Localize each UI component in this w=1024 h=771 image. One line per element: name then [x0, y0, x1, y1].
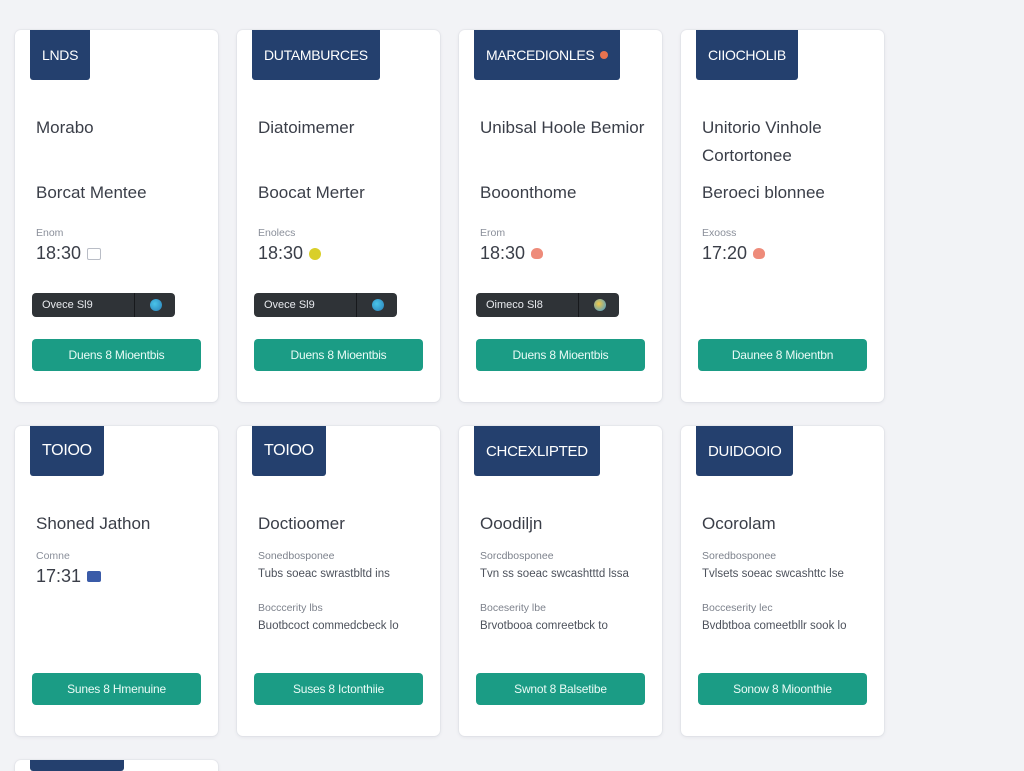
time-value: 17:31: [36, 566, 102, 587]
detail-text: Tubs soeac swrastbltd ins: [258, 568, 390, 580]
card-action-button[interactable]: Sonow 8 Mioonthie: [698, 673, 867, 705]
card-title: Shoned Jathon: [36, 514, 151, 533]
detail-label: Boceserity lbe: [480, 602, 546, 614]
card-title: Ocorolam: [702, 514, 776, 533]
status-icon: [150, 299, 162, 311]
card-title: Ooodiljn: [480, 514, 543, 533]
card-title: Morabo: [36, 118, 94, 137]
detail-text: Brvotbooa comreetbck to: [480, 620, 608, 632]
detail-label: Sonedbosponee: [258, 550, 335, 562]
card-title: Unibsal Hoole Bemior: [480, 118, 645, 137]
task-card[interactable]: MARCEDIONLES Unibsal Hoole Bemior Booont…: [459, 30, 662, 402]
time-label: Enolecs: [258, 227, 296, 239]
task-card[interactable]: CHCEXLIPTED Ooodiljn Sorcdbosponee Tvn s…: [459, 426, 662, 736]
card-subtitle: Borcat Mentee: [36, 183, 147, 202]
detail-label: Bocceserity lec: [702, 602, 773, 614]
detail-label: Bocccerity lbs: [258, 602, 323, 614]
smiley-icon: [309, 247, 322, 260]
card-action-button[interactable]: Daunee 8 Mioentbn: [698, 339, 867, 371]
task-card[interactable]: DUIDOOIO Ocorolam Soredbosponee Tvlsets …: [681, 426, 884, 736]
heart-icon: [753, 248, 766, 259]
status-pill[interactable]: Oimeco Sl8: [476, 293, 619, 317]
calendar-icon: [87, 247, 102, 260]
task-card[interactable]: CIIOCHOLIB Unitorio Vinhole Cortortonee …: [681, 30, 884, 402]
task-card[interactable]: TOIOO Doctioomer Sonedbosponee Tubs soea…: [237, 426, 440, 736]
card-action-button[interactable]: Suses 8 Ictonthiie: [254, 673, 423, 705]
task-card[interactable]: TOIOO Shoned Jathon Comne 17:31 Sunes 8 …: [15, 426, 218, 736]
card-tag: CIIOCHOLIB: [696, 30, 798, 80]
card-title: Diatoimemer: [258, 118, 355, 137]
card-tag: CHCEXLIPTED: [474, 426, 600, 476]
card-tag: [30, 760, 124, 771]
task-card[interactable]: DUTAMBURCES Diatoimemer Boocat Merter En…: [237, 30, 440, 402]
card-subtitle: Boocat Merter: [258, 183, 365, 202]
badge-icon: [87, 571, 102, 582]
time-label: Erom: [480, 227, 506, 239]
time-label: Comne: [36, 550, 70, 562]
card-subtitle: Beroeci blonnee: [702, 183, 825, 202]
card-tag: LNDS: [30, 30, 91, 80]
card-subtitle: Booonthome: [480, 183, 577, 202]
detail-label: Sorcdbosponee: [480, 550, 554, 562]
status-pill[interactable]: Ovece Sl9: [254, 293, 397, 317]
card-tag: MARCEDIONLES: [474, 30, 621, 80]
task-card[interactable]: LNDS Morabo Borcat Mentee Enom 18:30 Ove…: [15, 30, 218, 402]
card-action-button[interactable]: Swnot 8 Balsetibe: [476, 673, 645, 705]
dot-icon: [600, 51, 609, 59]
card-action-button[interactable]: Sunes 8 Hmenuine: [32, 673, 201, 705]
detail-text: Bvdbtboa comeetbllr sook lo: [702, 620, 847, 632]
card-tag: TOIOO: [252, 426, 326, 476]
task-card[interactable]: [15, 760, 218, 771]
status-icon: [372, 299, 384, 311]
card-title: Doctioomer: [258, 514, 345, 533]
time-value: 17:20: [702, 243, 766, 264]
time-value: 18:30: [36, 243, 102, 264]
time-value: 18:30: [258, 243, 322, 264]
time-label: Enom: [36, 227, 64, 239]
card-tag: DUTAMBURCES: [252, 30, 380, 80]
status-icon: [594, 299, 606, 311]
detail-text: Tvn ss soeac swcashtttd lssa: [480, 568, 629, 580]
status-pill[interactable]: Ovece Sl9: [32, 293, 175, 317]
card-action-button[interactable]: Duens 8 Mioentbis: [476, 339, 645, 371]
heart-icon: [531, 248, 544, 259]
card-action-button[interactable]: Duens 8 Mioentbis: [254, 339, 423, 371]
card-title: Unitorio Vinhole Cortortonee: [702, 118, 822, 165]
detail-label: Soredbosponee: [702, 550, 777, 562]
time-label: Exooss: [702, 227, 737, 239]
time-value: 18:30: [480, 243, 544, 264]
card-action-button[interactable]: Duens 8 Mioentbis: [32, 339, 201, 371]
card-tag: DUIDOOIO: [696, 426, 794, 476]
card-tag: TOIOO: [30, 426, 104, 476]
detail-text: Tvlsets soeac swcashttc lse: [702, 568, 844, 580]
detail-text: Buotbcoct commedcbeck lo: [258, 620, 399, 632]
